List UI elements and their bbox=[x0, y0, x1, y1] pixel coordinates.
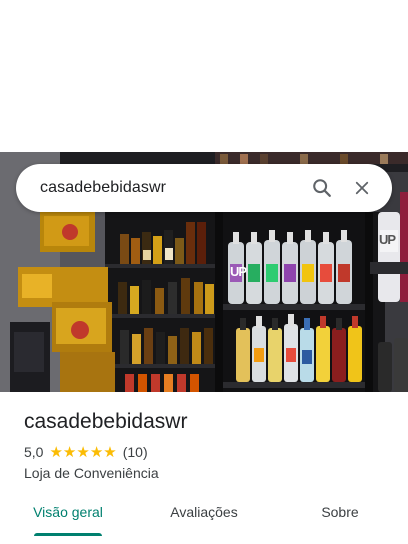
rating-row[interactable]: 5,0 ★ ★ ★ ★ ★ (10) bbox=[24, 444, 148, 460]
search-icon[interactable] bbox=[302, 168, 342, 208]
tab-reviews[interactable]: Avaliações bbox=[136, 490, 272, 538]
place-title: casadebebidaswr bbox=[24, 410, 188, 433]
star-icon: ★ bbox=[103, 443, 117, 461]
tab-about[interactable]: Sobre bbox=[272, 490, 408, 538]
tab-label: Visão geral bbox=[33, 504, 103, 520]
tab-overview[interactable]: Visão geral bbox=[0, 490, 136, 538]
search-bar[interactable]: casadebebidaswr bbox=[16, 164, 392, 212]
side-bottle-label: UP bbox=[379, 232, 396, 247]
close-icon[interactable] bbox=[342, 168, 382, 208]
star-icon: ★ bbox=[62, 443, 77, 461]
place-tabs: Visão geral Avaliações Sobre bbox=[0, 490, 408, 538]
rating-stars: ★ ★ ★ ★ ★ bbox=[49, 445, 116, 460]
star-icon: ★ bbox=[49, 443, 63, 461]
star-icon: ★ bbox=[89, 443, 104, 461]
place-category[interactable]: Loja de Conveniência bbox=[24, 465, 159, 481]
bottle-label: UP bbox=[230, 264, 247, 279]
active-tab-indicator bbox=[34, 533, 102, 536]
search-input[interactable]: casadebebidaswr bbox=[40, 179, 302, 197]
review-count[interactable]: (10) bbox=[123, 444, 148, 460]
rating-value: 5,0 bbox=[24, 444, 44, 460]
map-blank-area[interactable] bbox=[0, 0, 408, 152]
place-page: UP UP casadebebidaswr casadebebidaswr 5,… bbox=[0, 0, 408, 544]
star-icon: ★ bbox=[76, 443, 90, 461]
tab-label: Sobre bbox=[321, 504, 359, 520]
tab-label: Avaliações bbox=[170, 504, 238, 520]
